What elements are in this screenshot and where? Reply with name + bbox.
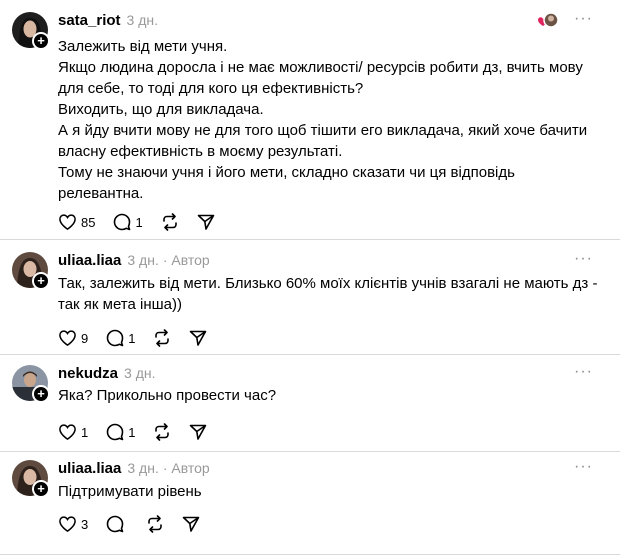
paragraph: Яка? Прикольно провести час? bbox=[58, 387, 277, 404]
comment-body: Підтримувати рівень bbox=[58, 481, 603, 502]
action-bar: 85 1 bbox=[58, 212, 233, 232]
liked-by-author-icon bbox=[534, 12, 559, 30]
follow-plus-icon[interactable]: + bbox=[32, 32, 50, 50]
comment-2: + uliaa.liaa 3 дн. · Автор ··· Так, зале… bbox=[0, 240, 620, 356]
avatar[interactable]: + bbox=[12, 365, 50, 403]
comment-4: + uliaa.liaa 3 дн. · Автор ··· Підтримув… bbox=[0, 452, 620, 552]
follow-plus-icon[interactable]: + bbox=[32, 385, 50, 403]
more-icon[interactable]: ··· bbox=[574, 11, 598, 30]
like-count: 3 bbox=[81, 516, 89, 532]
like-button[interactable]: 9 bbox=[58, 329, 88, 347]
repost-icon bbox=[155, 329, 170, 347]
timestamp: 3 дн. bbox=[126, 12, 158, 28]
comment-icon bbox=[106, 329, 124, 347]
send-icon bbox=[182, 516, 200, 532]
comment-3: + nekudza 3 дн. ··· Яка? Прикольно прове… bbox=[0, 355, 620, 451]
paragraph: Тому не знаючи учня і його мети, складно… bbox=[58, 164, 515, 202]
username[interactable]: uliaa.liaa bbox=[58, 252, 121, 269]
comment-1: + sata_riot 3 дн. ··· Залежить від мети … bbox=[0, 0, 620, 238]
repost-button[interactable] bbox=[153, 423, 171, 441]
comment-icon bbox=[114, 213, 131, 231]
reply-button[interactable] bbox=[106, 515, 128, 533]
paragraph: Виходить, що для викладача. bbox=[58, 101, 264, 118]
share-button[interactable] bbox=[189, 423, 207, 441]
comment-body: Яка? Прикольно провести час? bbox=[58, 385, 603, 406]
send-icon bbox=[190, 424, 207, 440]
username[interactable]: uliaa.liaa bbox=[58, 460, 121, 477]
like-count: 1 bbox=[81, 424, 89, 440]
timestamp: 3 дн. bbox=[124, 365, 156, 381]
username[interactable]: nekudza bbox=[58, 365, 118, 382]
username[interactable]: sata_riot bbox=[58, 12, 121, 29]
avatar[interactable]: + bbox=[12, 252, 50, 290]
share-button[interactable] bbox=[189, 329, 207, 347]
send-icon bbox=[197, 214, 215, 230]
follow-plus-icon[interactable]: + bbox=[32, 272, 50, 290]
like-button[interactable]: 85 bbox=[58, 213, 95, 231]
reply-count: 1 bbox=[128, 330, 136, 346]
like-count: 85 bbox=[81, 214, 96, 230]
repost-button[interactable] bbox=[146, 515, 164, 533]
reply-button[interactable]: 1 bbox=[106, 329, 135, 347]
action-bar: 1 1 bbox=[58, 422, 225, 442]
repost-button[interactable] bbox=[153, 329, 171, 347]
more-icon[interactable]: ··· bbox=[574, 364, 598, 383]
comment-body: Так, залежить від мети. Близько 60% моїх… bbox=[58, 273, 603, 315]
like-count: 9 bbox=[81, 330, 89, 346]
reply-button[interactable]: 1 bbox=[113, 213, 143, 231]
repost-icon bbox=[162, 213, 177, 231]
comment-body: Залежить від мети учня. Якщо людина доро… bbox=[58, 36, 603, 204]
paragraph: Якщо людина доросла і не має можливості/… bbox=[58, 59, 583, 97]
repost-button[interactable] bbox=[161, 213, 179, 231]
timestamp: 3 дн. bbox=[127, 252, 159, 268]
author-badge: · Автор bbox=[162, 460, 210, 476]
follow-plus-icon[interactable]: + bbox=[32, 480, 50, 498]
heart-icon bbox=[59, 516, 76, 533]
heart-icon bbox=[59, 214, 76, 231]
reply-button[interactable]: 1 bbox=[106, 423, 135, 441]
reply-count: 1 bbox=[128, 424, 136, 440]
divider bbox=[0, 554, 620, 555]
like-button[interactable]: 1 bbox=[58, 423, 88, 441]
comment-icon bbox=[106, 515, 124, 533]
avatar[interactable]: + bbox=[12, 460, 50, 498]
comment-icon bbox=[106, 423, 124, 441]
author-badge: · Автор bbox=[162, 252, 210, 268]
share-button[interactable] bbox=[182, 515, 200, 533]
paragraph: Так, залежить від мети. Близько 60% моїх… bbox=[58, 275, 598, 313]
timestamp: 3 дн. bbox=[127, 460, 159, 476]
action-bar: 9 1 bbox=[58, 328, 225, 348]
like-button[interactable]: 3 bbox=[58, 515, 88, 533]
send-icon bbox=[190, 330, 207, 346]
paragraph: Підтримувати рівень bbox=[58, 483, 202, 500]
action-bar: 3 bbox=[58, 514, 218, 534]
paragraph: А я йду вчити мову не для того щоб тішит… bbox=[58, 122, 588, 160]
repost-icon bbox=[155, 423, 170, 441]
paragraph: Залежить від мети учня. bbox=[58, 38, 228, 55]
share-button[interactable] bbox=[197, 213, 215, 231]
heart-icon bbox=[59, 330, 76, 347]
reply-count: 1 bbox=[135, 214, 143, 230]
more-icon[interactable]: ··· bbox=[574, 459, 598, 478]
avatar[interactable]: + bbox=[12, 12, 50, 50]
more-icon[interactable]: ··· bbox=[574, 251, 598, 270]
heart-icon bbox=[59, 424, 76, 441]
repost-icon bbox=[148, 515, 163, 533]
